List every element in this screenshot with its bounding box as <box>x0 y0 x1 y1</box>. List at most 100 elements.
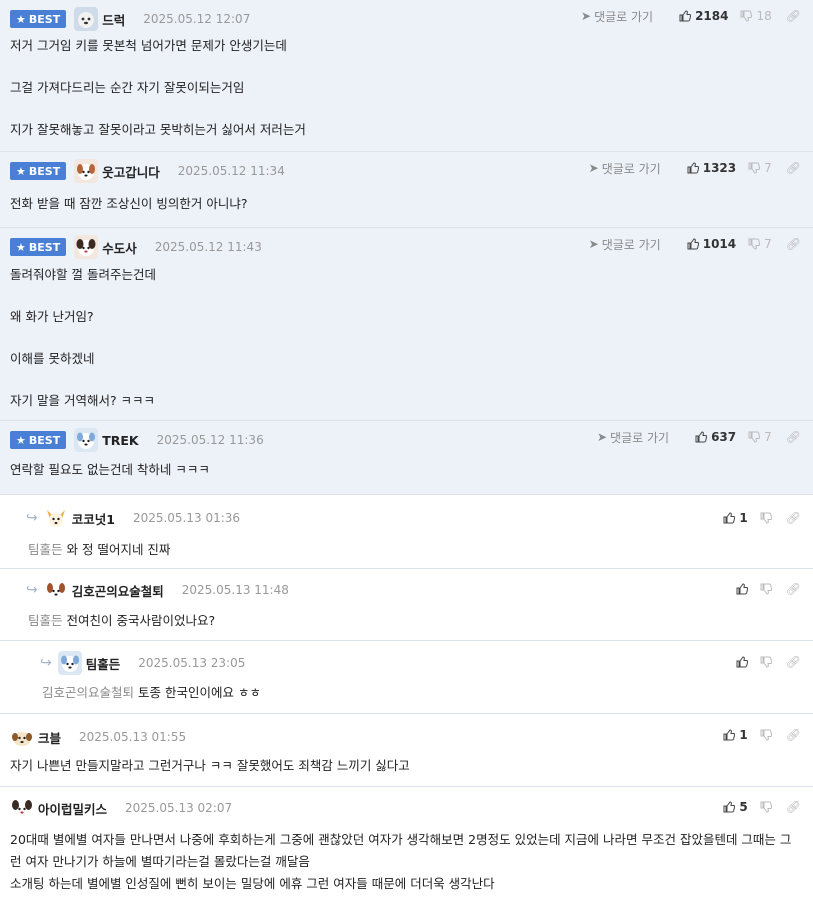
downvote-button[interactable] <box>760 583 772 595</box>
reply-arrow-icon: ↪ <box>40 655 52 671</box>
nickname[interactable]: 김호곤의요술철퇴 <box>72 581 164 600</box>
thumbs-up-icon <box>695 431 708 443</box>
upvote-count: 1014 <box>702 237 737 251</box>
avatar-icon[interactable] <box>74 159 99 183</box>
upvote-button[interactable]: 1 <box>723 511 748 525</box>
nickname[interactable]: TREK <box>102 433 138 448</box>
avatar-icon[interactable] <box>74 7 99 31</box>
thumbs-down-icon <box>760 801 772 813</box>
upvote-count: 1 <box>739 728 748 742</box>
comment-header: ↪ 팀홀든 2025.05.13 23:05 <box>40 651 245 675</box>
downvote-button[interactable] <box>760 656 772 668</box>
timestamp: 2025.05.12 11:43 <box>154 240 262 254</box>
link-icon[interactable]: 🔗︎ <box>786 728 801 742</box>
avatar-icon[interactable] <box>57 651 82 675</box>
downvote-button[interactable]: 7 <box>748 161 772 175</box>
avatar-icon[interactable] <box>74 428 99 452</box>
goto-label: 댓글로 가기 <box>601 161 661 176</box>
comment: 크블 2025.05.13 01:55 1 🔗︎ 자기 나쁜년 만들지말라고 그… <box>0 714 813 787</box>
downvote-count: 18 <box>756 9 772 23</box>
upvote-button[interactable]: 2184 <box>679 9 728 23</box>
mention-name[interactable]: 팀홀든 <box>28 542 63 557</box>
upvote-button[interactable]: 637 <box>695 430 736 444</box>
goto-comment-link[interactable]: ➤ 댓글로 가기 <box>581 8 653 25</box>
goto-comment-link[interactable]: ➤ 댓글로 가기 <box>597 429 669 446</box>
thumbs-up-icon <box>687 238 699 250</box>
link-icon[interactable]: 🔗︎ <box>786 800 801 814</box>
downvote-button[interactable]: 7 <box>748 237 772 251</box>
thumbs-down-icon <box>760 583 772 595</box>
thumbs-up-icon <box>687 162 699 174</box>
upvote-button[interactable] <box>736 656 748 668</box>
upvote-button[interactable] <box>736 583 748 595</box>
best-badge: ★ BEST <box>10 162 67 180</box>
upvote-count: 1323 <box>702 161 737 175</box>
downvote-count: 7 <box>764 237 772 251</box>
timestamp: 2025.05.13 02:07 <box>125 801 233 815</box>
upvote-count: 5 <box>739 800 748 814</box>
downvote-button[interactable]: 7 <box>748 430 772 444</box>
thumbs-up-icon <box>679 10 692 22</box>
nickname[interactable]: 크블 <box>38 728 61 747</box>
mention-name[interactable]: 김호곤의요술철퇴 <box>42 685 134 700</box>
thumbs-down-icon <box>760 729 772 741</box>
goto-comment-link[interactable]: ➤ 댓글로 가기 <box>589 236 661 253</box>
thumbs-down-icon <box>760 656 772 668</box>
best-label: BEST <box>28 433 61 447</box>
upvote-count: 2184 <box>695 9 729 23</box>
comment-header: ★ BEST 웃고갑니다 2025.05.12 11:34 <box>10 159 285 183</box>
upvote-button[interactable]: 1 <box>723 728 748 742</box>
timestamp: 2025.05.13 01:55 <box>79 730 187 744</box>
comment-list: ★ BEST 드럭 2025.05.12 12:07 ➤ 댓글로 가기 2184 1… <box>0 0 813 904</box>
thumbs-up-icon <box>736 583 748 595</box>
thumbs-down-icon <box>760 512 772 524</box>
reply-arrow-icon: ↪ <box>26 582 38 598</box>
comment-header: ★ BEST 수도사 2025.05.12 11:43 <box>10 235 262 259</box>
reply-comment: ↪ 코코넛1 2025.05.13 01:36 1 🔗︎ 팀홀든 와 정 떨어지네… <box>0 495 813 569</box>
reply-comment: ↪ 팀홀든 2025.05.13 23:05 🔗︎ 김호곤의요술철퇴 토종 한국인… <box>0 641 813 714</box>
upvote-button[interactable]: 5 <box>723 800 748 814</box>
mention-name[interactable]: 팀홀든 <box>28 613 63 628</box>
nickname[interactable]: 드럭 <box>102 10 125 29</box>
downvote-button[interactable] <box>760 512 772 524</box>
downvote-button[interactable] <box>760 801 772 813</box>
comment-header: ↪ 코코넛1 2025.05.13 01:36 <box>26 507 240 529</box>
nickname[interactable]: 웃고갑니다 <box>102 162 160 181</box>
comment-body: 전화 받을 때 잠깐 조상신이 빙의한거 아니냐? <box>10 195 801 212</box>
comment-best-3: ★ BEST 수도사 2025.05.12 11:43 ➤ 댓글로 가기 1014 … <box>0 228 813 421</box>
link-icon[interactable]: 🔗︎ <box>786 9 801 23</box>
avatar-icon[interactable] <box>74 235 99 259</box>
comment-actions: 1 🔗︎ <box>711 726 801 744</box>
link-icon[interactable]: 🔗︎ <box>786 161 801 175</box>
thumbs-up-icon <box>723 729 736 741</box>
timestamp: 2025.05.13 01:36 <box>132 511 241 525</box>
avatar-icon[interactable] <box>44 578 68 602</box>
comment-body: 팀홀든 전여친이 중국사람이었나요? <box>28 612 801 629</box>
nickname[interactable]: 코코넛1 <box>72 509 115 528</box>
comment-best-4: ★ BEST TREK 2025.05.12 11:36 ➤ 댓글로 가기 637 … <box>0 421 813 495</box>
downvote-button[interactable]: 18 <box>740 9 772 23</box>
timestamp: 2025.05.12 11:36 <box>156 433 264 447</box>
goto-label: 댓글로 가기 <box>610 430 670 445</box>
avatar-icon[interactable] <box>10 725 34 749</box>
nickname[interactable]: 아이럽밀키스 <box>38 799 107 818</box>
comment-line: 자기 말을 거역해서? ㅋㅋㅋ <box>10 393 156 408</box>
goto-label: 댓글로 가기 <box>594 9 654 24</box>
downvote-button[interactable] <box>760 729 772 741</box>
best-badge: ★ BEST <box>10 431 67 449</box>
timestamp: 2025.05.12 12:07 <box>143 12 251 26</box>
avatar-icon[interactable] <box>10 796 34 820</box>
nickname[interactable]: 팀홀든 <box>86 654 121 673</box>
link-icon[interactable]: 🔗︎ <box>786 582 801 596</box>
avatar-icon[interactable] <box>44 506 68 530</box>
goto-comment-link[interactable]: ➤ 댓글로 가기 <box>589 160 661 177</box>
send-arrow-icon: ➤ <box>596 430 608 444</box>
link-icon[interactable]: 🔗︎ <box>786 511 801 525</box>
thumbs-up-icon <box>723 801 736 813</box>
nickname[interactable]: 수도사 <box>102 238 137 257</box>
link-icon[interactable]: 🔗︎ <box>786 430 801 444</box>
link-icon[interactable]: 🔗︎ <box>786 237 801 251</box>
link-icon[interactable]: 🔗︎ <box>786 655 801 669</box>
upvote-button[interactable]: 1014 <box>687 237 736 251</box>
upvote-button[interactable]: 1323 <box>687 161 736 175</box>
